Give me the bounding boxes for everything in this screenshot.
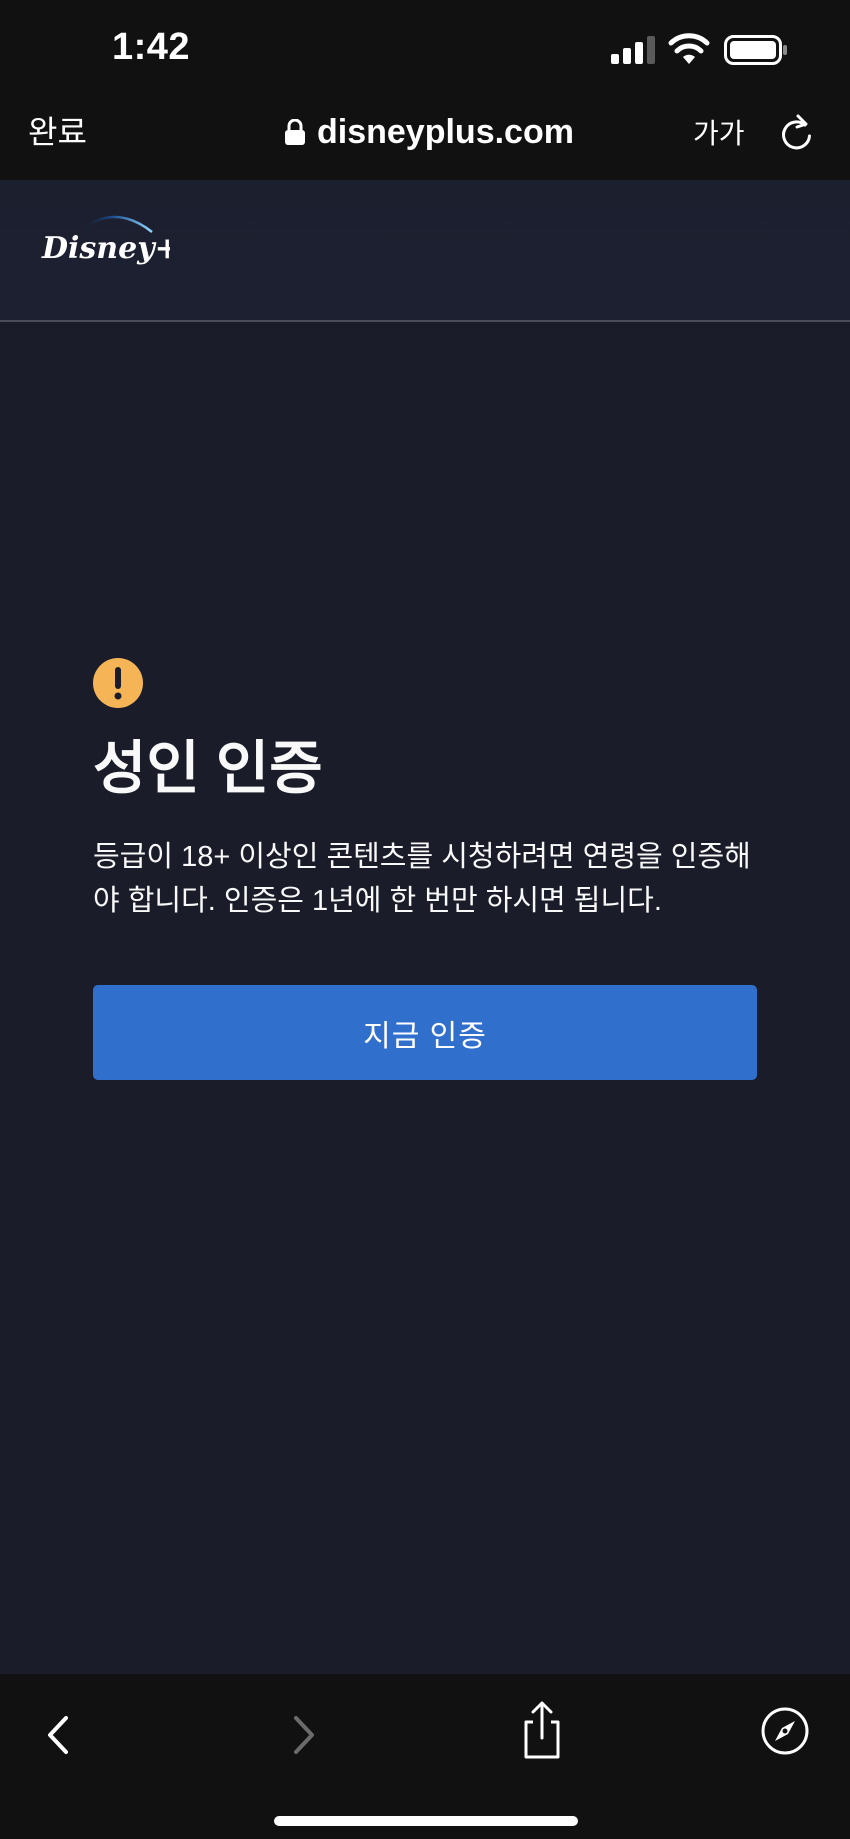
back-icon[interactable]: [40, 1710, 76, 1760]
compass-icon[interactable]: [760, 1706, 810, 1756]
reload-icon[interactable]: [780, 112, 814, 152]
logo-text: Disney+: [41, 231, 170, 266]
wifi-icon: [668, 33, 710, 64]
warning-icon: [93, 658, 143, 708]
status-bar: 1:42: [0, 0, 850, 96]
share-icon[interactable]: [520, 1700, 564, 1760]
disney-plus-logo[interactable]: Disney+: [40, 206, 170, 278]
signal-icon: [611, 36, 655, 64]
done-button[interactable]: 완료: [28, 112, 87, 152]
battery-icon: [724, 35, 787, 65]
page-title: 성인 인증: [93, 736, 323, 801]
text-size-button[interactable]: 가가: [693, 114, 745, 154]
lock-icon: [285, 119, 305, 145]
bottom-toolbar: [0, 1674, 850, 1839]
description-text: 등급이 18+ 이상인 콘텐츠를 시청하려면 연령을 인증해야 합니다. 인증은…: [93, 841, 751, 917]
address-bar[interactable]: disneyplus.com: [285, 110, 574, 154]
forward-icon[interactable]: [286, 1710, 322, 1760]
url-text: disneyplus.com: [317, 112, 574, 151]
verify-now-button[interactable]: 지금 인증: [93, 985, 757, 1080]
page-header: Disney+: [0, 180, 850, 322]
main-content: 성인 인증 등급이 18+ 이상인 콘텐츠를 시청하려면 연령을 인증해야 합니…: [0, 322, 850, 1674]
browser-top-bar: 완료 disneyplus.com 가가: [0, 96, 850, 180]
status-time: 1:42: [112, 26, 191, 68]
home-indicator: [274, 1816, 578, 1826]
